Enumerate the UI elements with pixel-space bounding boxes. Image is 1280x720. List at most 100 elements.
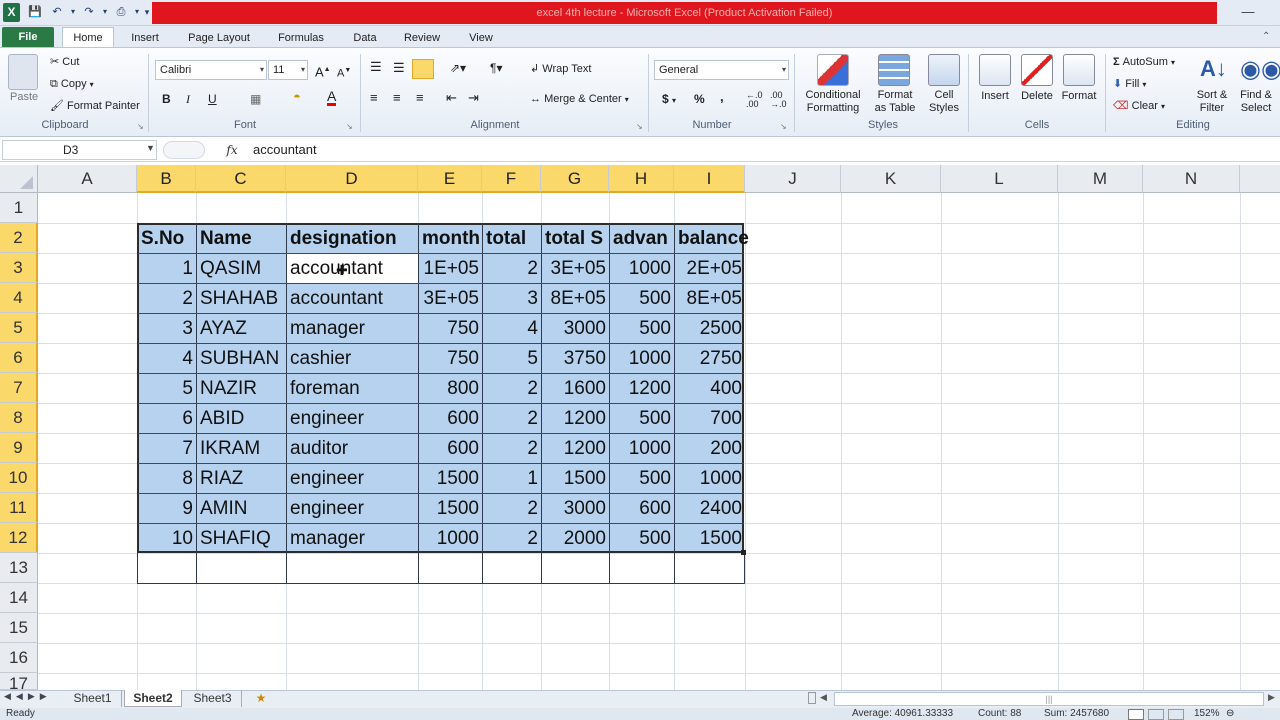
undo-dropdown-icon[interactable]: ▾	[66, 5, 80, 19]
column-header-d[interactable]: D	[286, 165, 418, 193]
cell-balance[interactable]: 2500	[675, 314, 745, 344]
formula-input[interactable]: accountant	[253, 140, 317, 160]
ribbon-collapse-icon[interactable]: ⌃	[1262, 31, 1270, 42]
cell-styles-icon[interactable]	[928, 54, 960, 86]
cell-designation[interactable]: foreman	[287, 374, 418, 404]
cell-total[interactable]: 2	[483, 524, 541, 554]
insert-button[interactable]: Insert	[976, 89, 1014, 103]
autosum-button[interactable]: Σ AutoSum ▾	[1113, 55, 1175, 70]
grow-font-icon[interactable]: A▲	[315, 63, 331, 79]
column-header-l[interactable]: L	[941, 165, 1058, 193]
cell-designation[interactable]: accountant	[287, 284, 418, 314]
cell-total-salary[interactable]: 1200	[542, 404, 609, 434]
row-header[interactable]: 14	[0, 583, 38, 613]
percent-button[interactable]: %	[694, 92, 705, 106]
cell-designation[interactable]: engineer	[287, 464, 418, 494]
cell-balance[interactable]: 2400	[675, 494, 745, 524]
column-header-k[interactable]: K	[841, 165, 941, 193]
cell-total-salary[interactable]: 1200	[542, 434, 609, 464]
zoom-out-icon[interactable]: ⊖	[1226, 708, 1234, 720]
paste-icon[interactable]	[8, 54, 38, 90]
cell-total-salary[interactable]: 2000	[542, 524, 609, 554]
cell-total-salary[interactable]: 3000	[542, 314, 609, 344]
row-header[interactable]: 5	[0, 313, 38, 343]
sort-filter-icon[interactable]: A↓	[1200, 56, 1227, 82]
cell-name[interactable]: IKRAM	[197, 434, 286, 464]
column-header-i[interactable]: I	[674, 165, 745, 193]
cell-advance[interactable]: 1000	[610, 344, 674, 374]
table-header-advance[interactable]: advan	[610, 224, 674, 254]
comma-button[interactable]: ,	[720, 90, 724, 104]
cell-advance[interactable]: 500	[610, 284, 674, 314]
row-header[interactable]: 17	[0, 673, 38, 690]
sheet-tab-sheet3[interactable]: Sheet3	[184, 690, 242, 707]
row-header[interactable]: 15	[0, 613, 38, 643]
name-box[interactable]: D3	[2, 140, 157, 160]
wrap-text-button[interactable]: ↲ Wrap Text	[530, 62, 591, 76]
bold-icon[interactable]: B	[162, 92, 171, 106]
tab-insert[interactable]: Insert	[124, 29, 166, 47]
normal-view-icon[interactable]	[1128, 709, 1144, 720]
cell-sno[interactable]: 4	[138, 344, 196, 374]
cell-designation[interactable]: cashier	[287, 344, 418, 374]
delete-button[interactable]: Delete	[1017, 89, 1057, 103]
cell-sno[interactable]: 9	[138, 494, 196, 524]
cell-name[interactable]: NAZIR	[197, 374, 286, 404]
cell-monthly[interactable]: 750	[419, 344, 482, 374]
row-header[interactable]: 8	[0, 403, 38, 433]
column-header-a[interactable]: A	[38, 165, 137, 193]
cell-monthly[interactable]: 1000	[419, 524, 482, 554]
sheet-tab-sheet2[interactable]: Sheet2	[124, 690, 182, 707]
column-header-h[interactable]: H	[609, 165, 674, 193]
row-header[interactable]: 11	[0, 493, 38, 523]
cell-name[interactable]: SHAHAB	[197, 284, 286, 314]
column-header-j[interactable]: J	[745, 165, 841, 193]
horizontal-scrollbar[interactable]: |||	[834, 692, 1264, 706]
conditional-formatting-button[interactable]: Conditional Formatting	[800, 89, 866, 115]
column-header-g[interactable]: G	[541, 165, 609, 193]
row-header[interactable]: 16	[0, 643, 38, 673]
fill-handle[interactable]	[741, 550, 746, 555]
cell-sno[interactable]: 1	[138, 254, 196, 284]
decrease-indent-icon[interactable]: ⇤	[446, 91, 457, 105]
table-header-designation[interactable]: designation	[287, 224, 418, 254]
cell-designation[interactable]: engineer	[287, 494, 418, 524]
cell-balance[interactable]: 1500	[675, 524, 745, 554]
cell-styles-button[interactable]: Cell Styles	[920, 89, 968, 115]
cell-monthly[interactable]: 600	[419, 404, 482, 434]
cell-balance[interactable]: 400	[675, 374, 745, 404]
cell-sno[interactable]: 6	[138, 404, 196, 434]
cell-total-salary[interactable]: 1600	[542, 374, 609, 404]
cut-button[interactable]: ✂ Cut	[50, 55, 79, 69]
cell-sno[interactable]: 7	[138, 434, 196, 464]
cell-total[interactable]: 3	[483, 284, 541, 314]
table-header-sno[interactable]: S.No	[138, 224, 196, 254]
find-select-button[interactable]: Find & Select	[1234, 89, 1278, 115]
merge-center-button[interactable]: ↔ Merge & Center ▾	[530, 92, 629, 107]
cell-sno[interactable]: 10	[138, 524, 196, 554]
row-header[interactable]: 4	[0, 283, 38, 313]
cell-sno[interactable]: 5	[138, 374, 196, 404]
column-header-o[interactable]	[1240, 165, 1280, 193]
cell-name[interactable]: RIAZ	[197, 464, 286, 494]
tab-view[interactable]: View	[460, 29, 502, 47]
font-color-icon[interactable]: A	[327, 89, 337, 106]
column-header-b[interactable]: B	[137, 165, 196, 193]
clear-button[interactable]: ⌫ Clear ▾	[1113, 99, 1165, 114]
print-preview-icon[interactable]: ⎙	[114, 5, 128, 19]
currency-button[interactable]: $ ▾	[662, 92, 676, 108]
cell-name[interactable]: ABID	[197, 404, 286, 434]
binoculars-icon[interactable]: ◉◉	[1240, 55, 1280, 84]
sheet-nav-icon[interactable]: ◀◀▶▶	[4, 691, 52, 702]
cell-designation[interactable]: accountant	[287, 254, 418, 284]
cell-name[interactable]: SUBHAN	[197, 344, 286, 374]
cell-advance[interactable]: 1200	[610, 374, 674, 404]
font-size-select[interactable]: 11 ▾	[268, 60, 308, 80]
redo-dropdown-icon[interactable]: ▾	[98, 5, 112, 19]
tab-home[interactable]: Home	[62, 27, 114, 48]
scroll-right-icon[interactable]: ▶	[1268, 692, 1275, 703]
insert-function-icon[interactable]: fx	[222, 141, 242, 159]
underline-icon[interactable]: U	[208, 92, 217, 106]
cell-monthly[interactable]: 800	[419, 374, 482, 404]
new-sheet-icon[interactable]: ★	[250, 690, 272, 707]
